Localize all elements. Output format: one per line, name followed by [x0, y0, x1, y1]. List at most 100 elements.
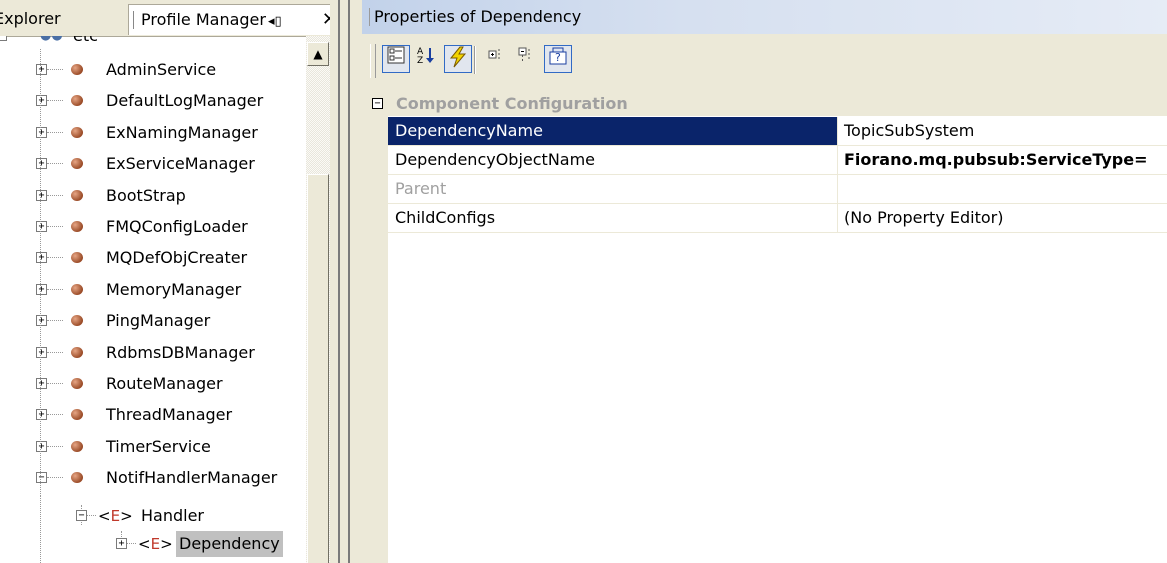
component-bean-icon — [71, 472, 83, 484]
property-name[interactable]: Parent — [388, 175, 838, 203]
toolbar-grip[interactable] — [370, 44, 376, 78]
expand-icon[interactable]: + — [36, 64, 47, 75]
collapse-icon[interactable]: − — [372, 98, 383, 109]
property-value[interactable]: Fiorano.mq.pubsub:ServiceType= — [838, 146, 1167, 174]
categorized-view-icon[interactable] — [382, 45, 410, 73]
category-label: Component Configuration — [396, 94, 628, 113]
tree-item[interactable]: + ExServiceManager — [0, 151, 306, 177]
tree-item[interactable]: + PingManager — [0, 308, 306, 334]
property-value[interactable]: TopicSubSystem — [838, 117, 1167, 145]
property-value[interactable] — [838, 175, 1167, 203]
tree-root-label: etc — [70, 36, 101, 49]
tree-item[interactable]: + DefaultLogManager — [0, 88, 306, 114]
tree-item[interactable]: + RdbmsDBManager — [0, 340, 306, 366]
tree-item[interactable]: + BootStrap — [0, 183, 306, 209]
tab-explorer[interactable]: Explorer — [0, 4, 108, 34]
tab-arrows-icon[interactable]: ◂▯ — [268, 14, 282, 29]
tree-item-label: DefaultLogManager — [106, 91, 264, 111]
expand-all-icon[interactable] — [482, 45, 510, 73]
component-bean-icon — [71, 346, 83, 358]
tree-item-label: ThreadManager — [106, 405, 233, 425]
tree-item[interactable]: + MQDefObjCreater — [0, 245, 306, 271]
close-icon[interactable]: ✕ — [322, 5, 330, 35]
tree-item-dependency[interactable]: + <E> Dependency — [0, 531, 306, 557]
property-name[interactable]: DependencyName — [388, 117, 838, 145]
property-grid: − Component Configuration DependencyName… — [362, 92, 1167, 563]
tree-item[interactable]: + ExNamingManager — [0, 120, 306, 146]
property-row[interactable]: DependencyName TopicSubSystem — [388, 117, 1167, 146]
properties-title: Properties of Dependency — [362, 0, 1167, 34]
expand-icon[interactable]: + — [36, 378, 47, 389]
properties-toolbar: AZ ? — [362, 34, 1167, 92]
tree-item[interactable]: + AdminService — [0, 57, 306, 83]
element-tag: E — [150, 535, 161, 553]
property-name[interactable]: ChildConfigs — [388, 204, 838, 232]
property-pages-icon[interactable]: ? — [544, 45, 572, 73]
sort-alphabetical-icon[interactable]: AZ — [412, 45, 440, 73]
properties-panel: Properties of Dependency AZ ? − Componen… — [362, 0, 1167, 563]
expand-icon[interactable]: + — [36, 440, 47, 452]
tab-explorer-label: Explorer — [0, 9, 61, 28]
svg-text:?: ? — [555, 51, 561, 64]
collapse-all-icon[interactable] — [512, 45, 540, 73]
expand-icon[interactable]: + — [36, 283, 47, 295]
expand-icon[interactable]: + — [36, 95, 47, 107]
tree-item-label: NotifHandlerManager — [106, 468, 278, 488]
tree-item-label: AdminService — [106, 60, 217, 79]
tree-item-label: MQDefObjCreater — [106, 248, 248, 268]
tree-item-label: FMQConfigLoader — [106, 217, 248, 236]
component-bean-icon — [71, 95, 83, 107]
panel-splitter[interactable] — [330, 0, 362, 563]
scroll-up-button[interactable]: ▲ — [307, 42, 329, 66]
tree-item[interactable]: − NotifHandlerManager — [0, 465, 306, 491]
expand-icon[interactable]: + — [36, 189, 47, 201]
component-bean-icon — [71, 378, 83, 389]
collapse-icon[interactable]: − — [36, 472, 47, 484]
collapse-icon[interactable]: − — [76, 510, 87, 521]
tree-item-label: PingManager — [106, 311, 211, 331]
expand-icon[interactable]: + — [36, 315, 47, 327]
component-bean-icon — [71, 283, 83, 295]
property-row[interactable]: DependencyObjectName Fiorano.mq.pubsub:Se… — [388, 146, 1167, 175]
component-bean-icon — [71, 126, 83, 138]
property-value[interactable]: (No Property Editor) — [838, 204, 1167, 232]
component-bean-icon — [71, 252, 83, 264]
expand-icon[interactable]: + — [36, 409, 47, 421]
component-bean-icon — [71, 315, 83, 327]
tree-item[interactable]: + ThreadManager — [0, 402, 306, 428]
tab-profile-manager[interactable]: Profile Manager ◂▯ ✕ — [128, 4, 330, 35]
expand-icon[interactable]: + — [36, 346, 47, 358]
explorer-panel: Explorer Profile Manager◂▯ ✕ − ●● etc + A… — [0, 0, 330, 563]
component-bean-icon — [71, 440, 83, 452]
expand-icon[interactable]: + — [36, 252, 47, 264]
tree-item-label: RouteManager — [106, 374, 223, 393]
expand-icon[interactable]: + — [116, 538, 127, 549]
component-bean-icon — [71, 64, 83, 75]
expand-icon[interactable]: + — [36, 221, 47, 232]
expand-icon[interactable]: + — [36, 158, 47, 170]
component-bean-icon — [71, 409, 83, 421]
tree-item-label: ExServiceManager — [106, 154, 255, 174]
tree-item[interactable]: + MemoryManager — [0, 277, 306, 303]
tree-item[interactable]: + FMQConfigLoader — [0, 214, 306, 240]
folder-icon: ●● — [40, 36, 63, 49]
scrollbar-thumb[interactable] — [307, 174, 329, 563]
component-bean-icon — [71, 189, 83, 201]
tree-item-label: MemoryManager — [106, 279, 242, 299]
tree-item[interactable]: + RouteManager — [0, 371, 306, 397]
grid-gutter — [362, 116, 388, 563]
tree-scrollbar[interactable]: ▲ — [306, 36, 330, 563]
tree-item[interactable]: + TimerService — [0, 434, 306, 460]
component-bean-icon — [71, 221, 83, 232]
property-row[interactable]: ChildConfigs (No Property Editor) — [388, 204, 1167, 233]
tree-item-handler[interactable]: − <E> Handler — [0, 503, 306, 529]
property-name[interactable]: DependencyObjectName — [388, 146, 838, 174]
category-row[interactable]: − Component Configuration — [362, 92, 1167, 116]
expand-icon[interactable]: + — [36, 126, 47, 138]
tree-item-label: BootStrap — [106, 185, 186, 205]
property-row[interactable]: Parent — [388, 175, 1167, 204]
panel-tab-bar: Explorer Profile Manager ◂▯ ✕ — [0, 0, 330, 37]
events-icon[interactable] — [444, 45, 472, 73]
profile-tree: − ●● etc + AdminService + DefaultLogManager… — [0, 36, 306, 563]
tree-item-label: TimerService — [106, 436, 211, 456]
